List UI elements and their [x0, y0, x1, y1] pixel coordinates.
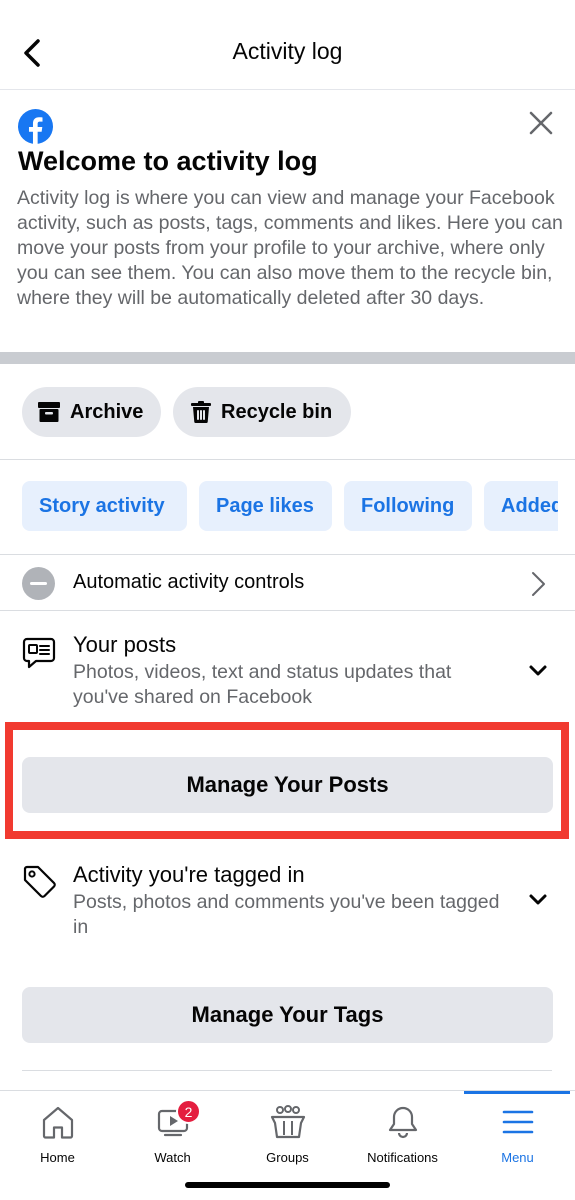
tab-page-likes[interactable]: Page likes — [199, 481, 332, 531]
nav-notifications[interactable]: Notifications — [345, 1091, 460, 1171]
nav-menu-label: Menu — [501, 1150, 534, 1165]
chevron-down-icon[interactable] — [528, 893, 548, 907]
posts-speech-bubble-icon — [22, 637, 56, 669]
nav-watch[interactable]: Watch — [115, 1091, 230, 1171]
nav-menu[interactable]: Menu — [460, 1091, 575, 1171]
nav-groups-label: Groups — [266, 1150, 309, 1165]
divider — [0, 459, 575, 460]
recycle-bin-button[interactable]: Recycle bin — [173, 387, 351, 437]
tag-icon — [23, 865, 56, 898]
welcome-description: Activity log is where you can view and m… — [17, 187, 563, 309]
nav-groups[interactable]: Groups — [230, 1091, 345, 1171]
tagged-activity-title: Activity you're tagged in — [73, 862, 305, 887]
archive-button[interactable]: Archive — [22, 387, 161, 437]
section-divider — [0, 352, 575, 364]
welcome-title: Welcome to activity log — [18, 146, 318, 176]
archive-label: Archive — [70, 400, 144, 423]
tab-following[interactable]: Following — [344, 481, 472, 531]
nav-watch-label: Watch — [154, 1150, 191, 1165]
your-posts-subtitle: Photos, videos, text and status updates … — [73, 661, 452, 708]
nav-notifications-label: Notifications — [367, 1150, 438, 1165]
automatic-activity-controls-row[interactable]: Automatic activity controls — [0, 556, 575, 610]
home-indicator — [185, 1182, 390, 1188]
nav-home-label: Home — [40, 1150, 75, 1165]
automatic-activity-controls-label: Automatic activity controls — [73, 571, 305, 593]
minus-circle-icon — [22, 567, 55, 600]
chevron-down-icon[interactable] — [528, 664, 548, 678]
groups-icon — [270, 1105, 305, 1139]
page-title: Activity log — [232, 38, 343, 64]
divider — [0, 554, 575, 555]
filter-tabs: Story activity Page likes Following Adde… — [22, 481, 558, 531]
nav-home[interactable]: Home — [0, 1091, 115, 1171]
divider — [22, 1070, 552, 1071]
trash-icon — [191, 401, 211, 423]
recycle-bin-label: Recycle bin — [221, 400, 333, 423]
manage-your-tags-button[interactable]: Manage Your Tags — [22, 987, 553, 1043]
divider — [0, 610, 575, 611]
hamburger-menu-icon — [502, 1110, 533, 1134]
close-icon[interactable] — [526, 108, 556, 138]
your-posts-title: Your posts — [73, 632, 177, 657]
highlight-frame — [5, 722, 569, 839]
archive-box-icon — [38, 402, 60, 422]
watch-notification-badge: 2 — [176, 1099, 201, 1124]
chevron-right-icon — [532, 572, 545, 596]
tab-added[interactable]: Added — [484, 481, 558, 531]
home-icon — [42, 1106, 73, 1139]
tab-story-activity[interactable]: Story activity — [22, 481, 187, 531]
bell-icon — [388, 1106, 417, 1139]
tagged-activity-subtitle: Posts, photos and comments you've been t… — [73, 891, 500, 938]
facebook-logo-icon — [18, 109, 53, 144]
top-bar: Activity log — [0, 0, 575, 90]
